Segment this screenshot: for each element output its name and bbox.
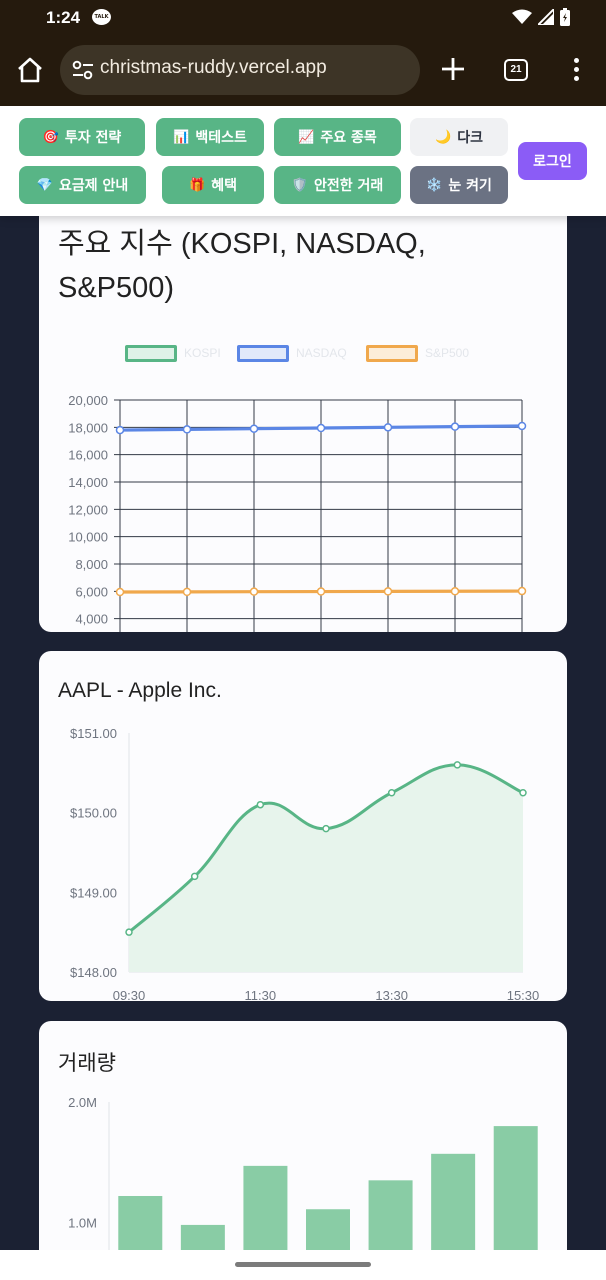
volume-bar bbox=[118, 1195, 163, 1250]
x-tick-label: 13:30 bbox=[375, 988, 408, 1001]
snow-toggle-button[interactable]: ❄️ 눈 켜기 bbox=[410, 166, 508, 204]
nav-strategy-button[interactable]: 🎯 투자 전략 bbox=[19, 118, 145, 156]
dark-mode-label: 다크 bbox=[457, 130, 483, 146]
y-tick-label: 2.0M bbox=[68, 1095, 97, 1110]
dark-mode-button[interactable]: 🌙 다크 bbox=[410, 118, 508, 156]
login-button[interactable]: 로그인 bbox=[518, 142, 587, 180]
volume-card: 거래량 2.0M 1.0M bbox=[39, 1021, 567, 1250]
aapl-card: AAPL - Apple Inc. $151.00 $150.00 $149.00 $… bbox=[39, 651, 567, 1001]
y-tick-label: $151.00 bbox=[70, 726, 117, 741]
y-tick-label: 6,000 bbox=[75, 584, 108, 599]
data-point bbox=[249, 587, 259, 596]
nav-strategy-label: 투자 전략 bbox=[64, 130, 122, 146]
data-point bbox=[316, 587, 326, 596]
tab-switcher-button[interactable]: 21 bbox=[504, 59, 528, 81]
y-tick-label: $148.00 bbox=[70, 965, 117, 980]
data-point bbox=[450, 422, 460, 431]
y-tick-label: 14,000 bbox=[68, 475, 108, 490]
nav-backtest-button[interactable]: 📊 백테스트 bbox=[156, 118, 264, 156]
status-bar: 1:24 TALK bbox=[0, 0, 606, 36]
data-point bbox=[182, 425, 192, 434]
nav-benefits-button[interactable]: 🎁 혜택 bbox=[162, 166, 264, 204]
login-label: 로그인 bbox=[533, 154, 572, 170]
y-tick-label: $149.00 bbox=[70, 885, 117, 900]
data-point bbox=[115, 425, 125, 435]
y-tick-label: 10,000 bbox=[68, 530, 108, 545]
data-point bbox=[125, 928, 133, 936]
nav-stocks-button[interactable]: 📈 주요 종목 bbox=[274, 118, 401, 156]
data-point bbox=[249, 424, 259, 433]
y-tick-label: 8,000 bbox=[75, 557, 108, 572]
data-point bbox=[517, 586, 527, 596]
new-tab-icon[interactable] bbox=[440, 56, 466, 82]
battery-icon bbox=[560, 8, 570, 26]
data-point bbox=[190, 872, 199, 881]
data-point bbox=[316, 423, 326, 433]
volume-bar bbox=[368, 1180, 413, 1250]
signal-icon bbox=[538, 9, 554, 25]
volume-bar bbox=[306, 1209, 350, 1250]
data-point bbox=[383, 587, 393, 596]
y-tick-label: 20,000 bbox=[68, 393, 108, 408]
snow-toggle-label: 눈 켜기 bbox=[448, 178, 492, 194]
nav-safe-trade-label: 안전한 거래 bbox=[313, 178, 384, 194]
y-tick-label: 1.0M bbox=[68, 1216, 97, 1231]
x-tick-label: 11:30 bbox=[245, 988, 277, 1001]
target-icon: 🎯 bbox=[42, 129, 59, 145]
web-page: 🎯 투자 전략 📊 백테스트 📈 주요 종목 🌙 다크 로그인 💎 요금제 안내 🎁 혜택 … bbox=[0, 106, 606, 1250]
gem-icon: 💎 bbox=[36, 177, 53, 193]
y-tick-label: 16,000 bbox=[68, 448, 108, 463]
volume-bar bbox=[493, 1126, 538, 1250]
top-navigation: 🎯 투자 전략 📊 백테스트 📈 주요 종목 🌙 다크 로그인 💎 요금제 안내 🎁 혜택 … bbox=[0, 106, 606, 216]
volume-bar bbox=[431, 1153, 476, 1250]
price-area-fill bbox=[129, 764, 523, 972]
volume-bar-chart: 2.0M 1.0M bbox=[68, 1095, 538, 1250]
more-options-icon[interactable] bbox=[572, 58, 580, 84]
browser-toolbar: christmas-ruddy.vercel.app 21 bbox=[0, 36, 606, 106]
trending-up-icon: 📈 bbox=[298, 129, 315, 145]
shield-icon: 🛡️ bbox=[291, 177, 308, 193]
data-point bbox=[450, 587, 460, 596]
data-point bbox=[115, 587, 125, 597]
data-point bbox=[519, 789, 527, 797]
x-tick-label: 15:30 bbox=[507, 988, 540, 1001]
nav-pricing-label: 요금제 안내 bbox=[58, 178, 129, 194]
y-tick-label: 4,000 bbox=[75, 612, 108, 627]
kakaotalk-notification-icon: TALK bbox=[92, 9, 111, 25]
y-tick-label: 18,000 bbox=[68, 420, 108, 435]
aapl-area-chart: $151.00 $150.00 $149.00 $148.00 09:30 11:30 13… bbox=[70, 726, 540, 1001]
y-tick-label: $150.00 bbox=[70, 806, 117, 821]
data-point bbox=[383, 423, 393, 432]
nav-backtest-label: 백테스트 bbox=[195, 130, 247, 146]
x-tick-label: 09:30 bbox=[113, 988, 146, 1001]
system-icons bbox=[512, 8, 570, 26]
nav-benefits-label: 혜택 bbox=[211, 178, 237, 194]
nav-pricing-button[interactable]: 💎 요금제 안내 bbox=[19, 166, 146, 204]
nav-safe-trade-button[interactable]: 🛡️ 안전한 거래 bbox=[274, 166, 401, 204]
data-point bbox=[322, 824, 330, 833]
nav-stocks-label: 주요 종목 bbox=[320, 130, 377, 146]
volume-bar bbox=[180, 1224, 225, 1250]
moon-icon: 🌙 bbox=[435, 129, 452, 145]
y-tick-label: 12,000 bbox=[68, 502, 108, 517]
wifi-icon bbox=[512, 9, 532, 24]
data-point bbox=[517, 421, 527, 431]
snowflake-icon: ❄️ bbox=[426, 177, 443, 193]
bar-chart-icon: 📊 bbox=[173, 129, 190, 145]
site-settings-icon[interactable] bbox=[72, 60, 94, 80]
home-icon[interactable] bbox=[16, 56, 44, 84]
data-point bbox=[182, 587, 192, 597]
gift-icon: 🎁 bbox=[189, 177, 206, 193]
data-point bbox=[256, 800, 265, 809]
data-point bbox=[387, 789, 396, 797]
address-bar[interactable]: christmas-ruddy.vercel.app bbox=[60, 45, 420, 95]
clock: 1:24 bbox=[46, 8, 81, 27]
data-point bbox=[453, 761, 462, 769]
home-gesture-bar[interactable] bbox=[235, 1262, 371, 1267]
url-text: christmas-ruddy.vercel.app bbox=[100, 57, 327, 78]
volume-bar bbox=[243, 1165, 288, 1250]
